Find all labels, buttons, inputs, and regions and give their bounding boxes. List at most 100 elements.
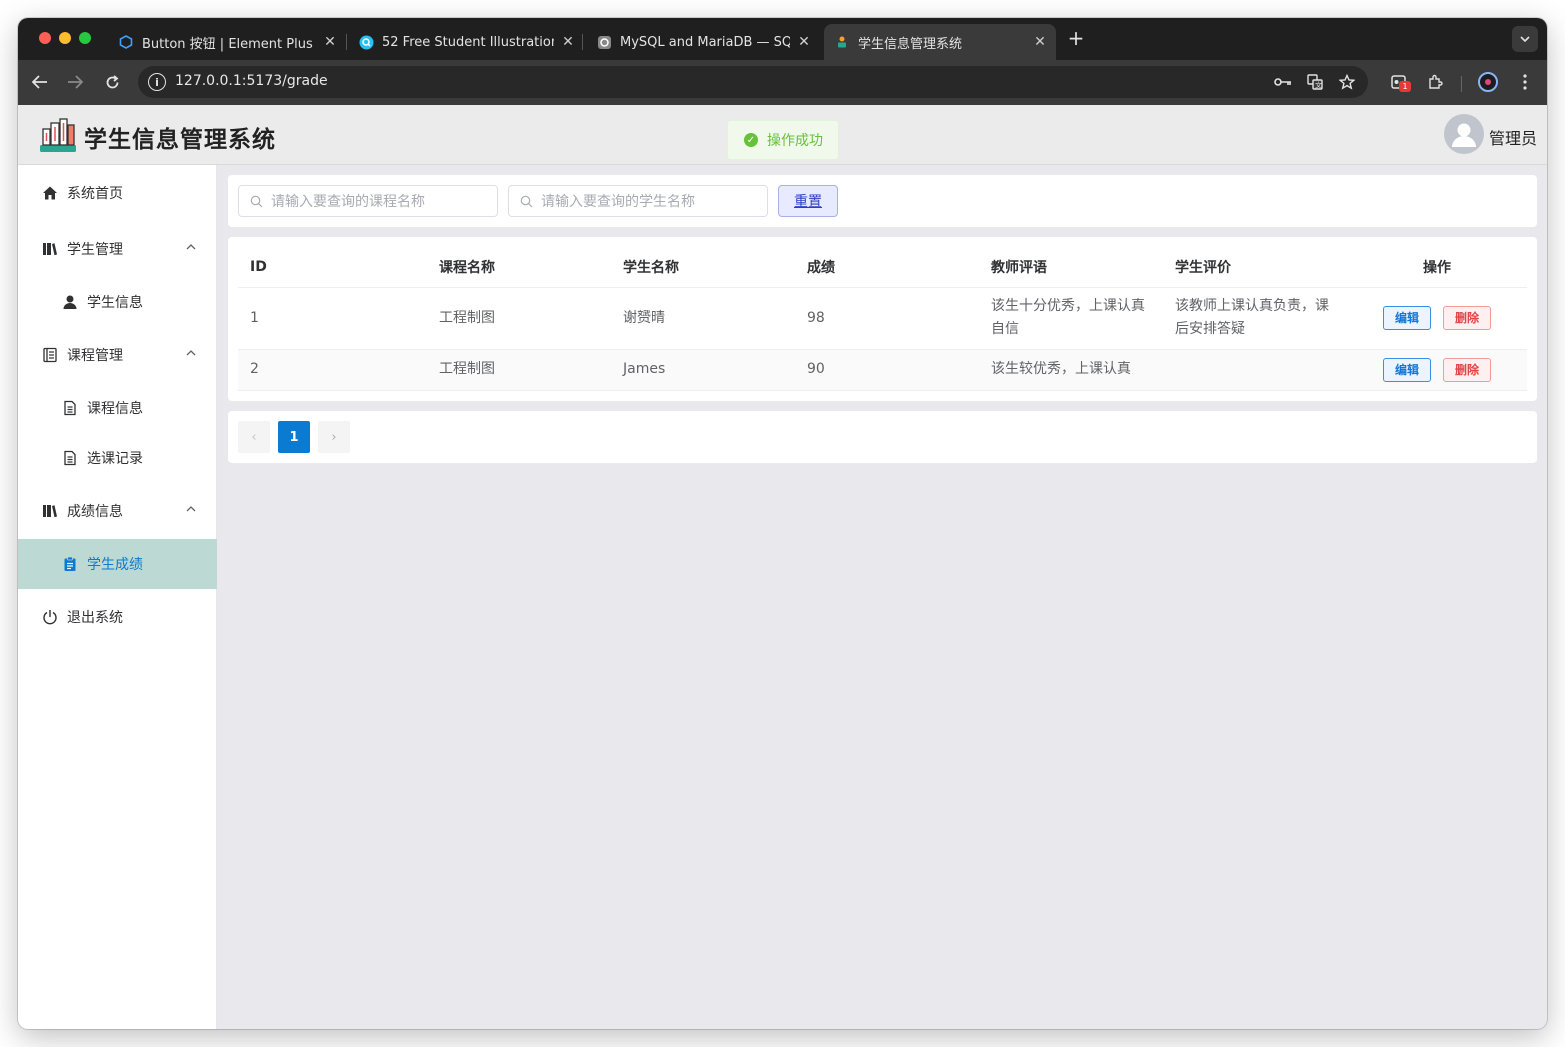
tab-close-icon[interactable]: ✕ (322, 34, 338, 50)
column-header-id: ID (238, 247, 427, 288)
pagination-card: ‹ 1 › (228, 411, 1537, 463)
search-card: 请输入要查询的课程名称 请输入要查询的学生名称 重置 (228, 175, 1537, 227)
sidebar-item-course-management[interactable]: 课程管理 (18, 330, 217, 380)
cell-id: 1 (238, 287, 427, 350)
student-search-placeholder: 请输入要查询的学生名称 (541, 194, 695, 210)
tab-label: 学生信息管理系统 (858, 36, 963, 52)
chevron-up-icon (186, 504, 196, 514)
column-header-score: 成绩 (795, 247, 979, 288)
user-name[interactable]: 管理员 (1489, 125, 1537, 149)
forward-arrow-icon[interactable] (64, 71, 86, 93)
tab-close-icon[interactable]: ✕ (560, 34, 576, 50)
cell-student: James (611, 349, 795, 391)
table-header-row: ID 课程名称 学生名称 成绩 教师评语 学生评价 操作 (238, 247, 1527, 288)
tab-student-illustrations[interactable]: 52 Free Student Illustrations ✕ (350, 24, 576, 60)
cell-student-review: 该教师上课认真负责，课后安排答疑 (1163, 287, 1347, 350)
tab-sqlalchemy[interactable]: MySQL and MariaDB — SQLAl ✕ (588, 24, 812, 60)
sidebar-item-student-management[interactable]: 学生管理 (18, 224, 217, 274)
sidebar-item-student-grades[interactable]: 学生成绩 (18, 539, 217, 589)
student-search-input[interactable]: 请输入要查询的学生名称 (508, 185, 768, 217)
reset-button[interactable]: 重置 (778, 185, 838, 217)
back-arrow-icon[interactable] (29, 71, 51, 93)
tab-element-plus[interactable]: Button 按钮 | Element Plus ✕ (110, 24, 338, 60)
column-header-actions: 操作 (1347, 247, 1527, 288)
cell-teacher-comment: 该生十分优秀，上课认真自信 (979, 287, 1163, 350)
tab-search-chevron-icon[interactable] (1512, 26, 1538, 52)
success-toast: ✓ 操作成功 (727, 120, 839, 160)
tab-close-icon[interactable]: ✕ (1032, 34, 1048, 50)
maximize-window-button[interactable] (79, 32, 91, 44)
tab-label: 52 Free Student Illustrations (382, 34, 554, 50)
grades-table: ID 课程名称 学生名称 成绩 教师评语 学生评价 操作 1 工程制图 谢赟晴 … (238, 247, 1527, 391)
chevron-up-icon (186, 242, 196, 252)
sidebar-item-label: 课程信息 (87, 401, 143, 417)
column-header-student: 学生名称 (611, 247, 795, 288)
tab-close-icon[interactable]: ✕ (796, 34, 812, 50)
tab-label: MySQL and MariaDB — SQLAl (620, 34, 790, 50)
sidebar-item-label: 成绩信息 (67, 504, 123, 520)
tab-label: Button 按钮 | Element Plus (142, 36, 313, 52)
sidebar-item-student-info[interactable]: 学生信息 (18, 277, 217, 327)
course-search-input[interactable]: 请输入要查询的课程名称 (238, 185, 498, 217)
toast-message: 操作成功 (767, 133, 823, 149)
prev-page-button[interactable]: ‹ (238, 421, 270, 453)
cell-actions: 编辑 删除 (1347, 287, 1527, 350)
cell-teacher-comment: 该生较优秀，上课认真 (979, 349, 1163, 391)
sidebar-item-enrollment-records[interactable]: 选课记录 (18, 433, 217, 483)
cell-student: 谢赟晴 (611, 287, 795, 350)
column-header-student-review: 学生评价 (1163, 247, 1347, 288)
tab-bar: Button 按钮 | Element Plus ✕ 52 Free Stude… (18, 18, 1547, 60)
svg-text:文: 文 (1315, 81, 1322, 90)
cell-score: 90 (795, 349, 979, 391)
books-logo-icon (38, 115, 78, 155)
site-info-icon[interactable]: i (148, 73, 166, 91)
cell-student-review (1163, 349, 1347, 391)
search-icon (249, 194, 263, 208)
course-search-placeholder: 请输入要查询的课程名称 (271, 194, 425, 210)
sidebar-item-label: 学生管理 (67, 242, 123, 258)
minimize-window-button[interactable] (59, 32, 71, 44)
sidebar-item-course-info[interactable]: 课程信息 (18, 383, 217, 433)
profile-avatar-icon[interactable] (1477, 71, 1499, 93)
password-key-icon[interactable] (1274, 73, 1292, 91)
edit-button[interactable]: 编辑 (1383, 357, 1431, 382)
sidebar-item-logout[interactable]: 退出系统 (18, 592, 217, 642)
translate-icon[interactable]: 文 (1306, 73, 1324, 91)
next-page-button[interactable]: › (318, 421, 350, 453)
sidebar-menu: 系统首页 学生管理 学生信息 课程管理 课程信息 选课记录 成绩信息 学生成绩 … (18, 165, 217, 1029)
document-icon (61, 399, 79, 417)
delete-button[interactable]: 删除 (1443, 306, 1491, 330)
bookmark-star-icon[interactable] (1338, 73, 1356, 91)
new-tab-button[interactable]: + (1066, 26, 1086, 50)
table-row: 2 工程制图 James 90 该生较优秀，上课认真 编辑 删除 (238, 349, 1527, 391)
delete-button[interactable]: 删除 (1443, 357, 1491, 382)
search-favicon-icon (358, 34, 374, 50)
table-row: 1 工程制图 谢赟晴 98 该生十分优秀，上课认真自信 该教师上课认真负责，课后… (238, 287, 1527, 350)
grades-table-card: ID 课程名称 学生名称 成绩 教师评语 学生评价 操作 1 工程制图 谢赟晴 … (228, 237, 1537, 401)
home-icon (41, 184, 59, 202)
extension-badge-icon[interactable]: 1 (1388, 71, 1411, 93)
tab-student-system[interactable]: 学生信息管理系统 ✕ (824, 24, 1056, 60)
notebook-icon (41, 346, 59, 364)
close-window-button[interactable] (39, 32, 51, 44)
url-text[interactable]: 127.0.0.1:5173/grade (175, 73, 328, 89)
sidebar-item-grade-info[interactable]: 成绩信息 (18, 486, 217, 536)
cell-course: 工程制图 (427, 287, 611, 350)
reload-icon[interactable] (101, 71, 123, 93)
sidebar-item-label: 课程管理 (67, 348, 123, 364)
edit-button[interactable]: 编辑 (1383, 306, 1431, 330)
url-omnibox[interactable]: i 127.0.0.1:5173/grade 文 (138, 66, 1368, 98)
cell-course: 工程制图 (427, 349, 611, 391)
chevron-up-icon (186, 348, 196, 358)
user-avatar[interactable] (1444, 114, 1484, 154)
browser-window: Button 按钮 | Element Plus ✕ 52 Free Stude… (18, 18, 1547, 1029)
sqlalchemy-favicon-icon (596, 34, 612, 50)
app-title: 学生信息管理系统 (84, 127, 276, 153)
sidebar-item-home[interactable]: 系统首页 (18, 168, 217, 218)
book-icon (41, 240, 59, 258)
page-number-button[interactable]: 1 (278, 421, 310, 453)
sidebar-item-label: 系统首页 (67, 186, 123, 202)
more-menu-icon[interactable] (1514, 71, 1536, 93)
column-header-teacher-comment: 教师评语 (979, 247, 1163, 288)
extensions-puzzle-icon[interactable] (1424, 71, 1446, 93)
